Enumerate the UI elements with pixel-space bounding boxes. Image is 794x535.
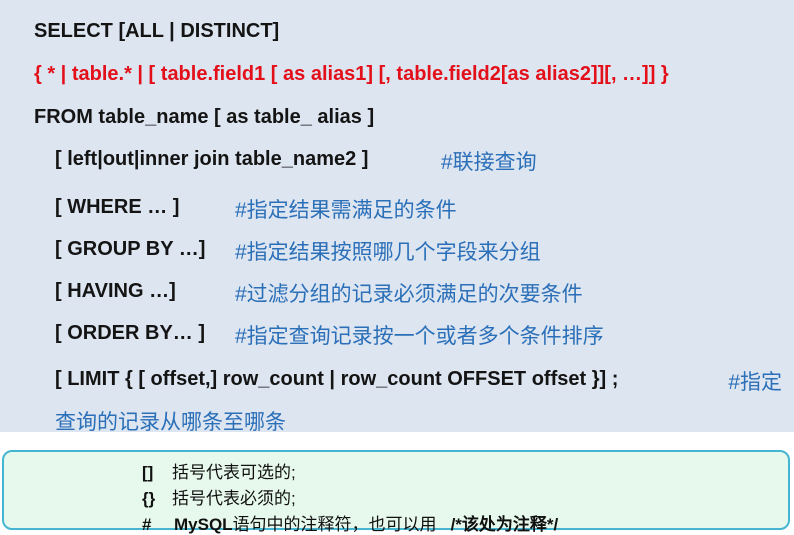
limit-code: [ LIMIT { [ offset,] row_count | row_cou… [55, 368, 619, 390]
group-by-clause: [ GROUP BY …] #指定结果按照哪几个字段来分组 [55, 238, 541, 264]
join-clause: [ left|out|inner join table_name2 ] #联接查… [55, 148, 537, 174]
join-code: [ left|out|inner join table_name2 ] [55, 148, 369, 170]
field-list-clause: { * | table.* | [ table.field1 [ as alia… [34, 63, 669, 85]
select-clause: SELECT [ALL | DISTINCT] [34, 20, 280, 42]
legend-symbol-brackets: [] [142, 463, 154, 482]
limit-comment-start: #指定 [728, 371, 782, 394]
limit-comment-continuation: 查询的记录从哪条至哪条 [55, 411, 286, 434]
legend-item-comment: # MySQL语句中的注释符，也可以用 /*该处为注释*/ [142, 510, 558, 535]
legend-text-required: 括号代表必须的; [172, 489, 296, 508]
legend-mysql-label: MySQL [174, 515, 233, 534]
where-code: [ WHERE … ] [55, 196, 180, 218]
having-code: [ HAVING …] [55, 280, 176, 302]
where-comment: #指定结果需满足的条件 [235, 199, 457, 222]
where-clause: [ WHERE … ] #指定结果需满足的条件 [55, 196, 457, 222]
legend-box: [] 括号代表可选的; {} 括号代表必须的; # MySQL语句中的注释符，也可以用… [2, 450, 790, 534]
order-by-clause: [ ORDER BY… ] #指定查询记录按一个或者多个条件排序 [55, 322, 604, 348]
legend-symbol-braces: {} [142, 489, 156, 508]
legend-item-required: {} 括号代表必须的; [142, 484, 296, 509]
having-comment: #过滤分组的记录必须满足的次要条件 [235, 283, 583, 306]
legend-symbol-hash: # [142, 515, 152, 534]
order-by-comment: #指定查询记录按一个或者多个条件排序 [235, 325, 604, 348]
join-comment: #联接查询 [441, 151, 537, 174]
legend-text-optional: 括号代表可选的; [172, 463, 296, 482]
legend-comment-example: /*该处为注释*/ [450, 515, 559, 534]
from-clause: FROM table_name [ as table_ alias ] [34, 106, 375, 128]
limit-clause: [ LIMIT { [ offset,] row_count | row_cou… [55, 368, 790, 394]
having-clause: [ HAVING …] #过滤分组的记录必须满足的次要条件 [55, 280, 583, 306]
legend-text-comment: 语句中的注释符，也可以用 [232, 515, 437, 534]
legend-item-optional: [] 括号代表可选的; [142, 458, 296, 483]
order-by-code: [ ORDER BY… ] [55, 322, 205, 344]
group-by-code: [ GROUP BY …] [55, 238, 206, 260]
group-by-comment: #指定结果按照哪几个字段来分组 [235, 241, 541, 264]
